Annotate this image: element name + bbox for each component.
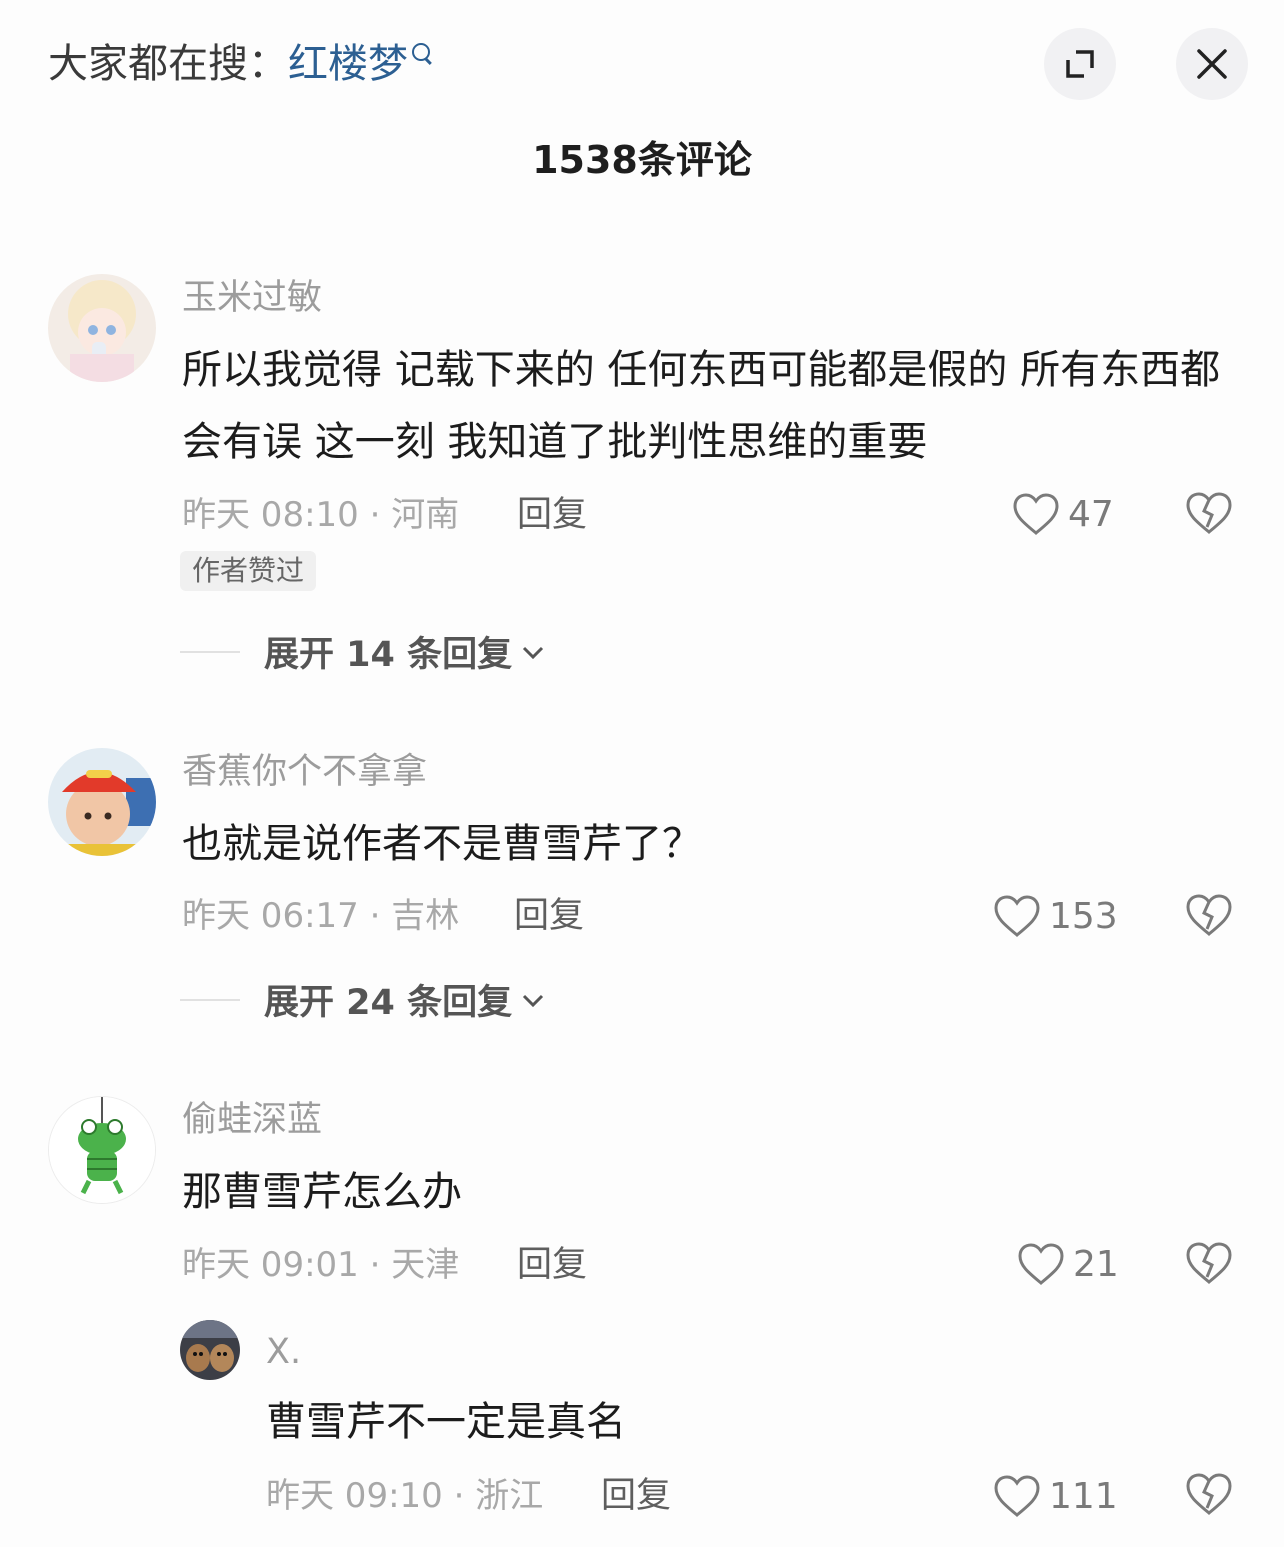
divider [180, 998, 240, 1001]
heart-icon [1018, 1243, 1064, 1285]
avatar[interactable] [48, 274, 156, 382]
like-count: 153 [1049, 895, 1118, 937]
top-bar: 大家都在搜：红楼梦 [0, 0, 1284, 130]
divider [180, 650, 240, 653]
expand-icon [1066, 50, 1094, 78]
comment-username[interactable]: 偷蛙深蓝 [182, 1096, 322, 1144]
comment-text: 那曹雪芹怎么办 [182, 1169, 462, 1215]
reply-button[interactable]: 回复 [601, 1473, 671, 1519]
like-count: 47 [1068, 493, 1114, 535]
search-icon [412, 43, 430, 61]
heart-icon [994, 1475, 1040, 1517]
expand-replies-button[interactable]: 展开 14 条回复 [180, 626, 546, 677]
reply-button[interactable]: 回复 [517, 492, 587, 538]
comment-username[interactable]: 玉米过敏 [182, 274, 322, 322]
reply-avatar[interactable] [180, 1320, 240, 1380]
reply-button[interactable]: 回复 [514, 893, 584, 939]
like-button[interactable]: 47 [1012, 488, 1114, 540]
close-button[interactable] [1176, 28, 1248, 100]
like-count: 21 [1073, 1243, 1119, 1285]
comment-meta: 昨天 06:17 · 吉林 [182, 896, 460, 936]
broken-heart-icon[interactable] [1185, 491, 1233, 535]
trending-search-prefix: 大家都在搜： [48, 41, 288, 87]
expand-replies-label: 展开 24 条回复 [264, 983, 513, 1023]
like-count: 111 [1049, 1475, 1118, 1517]
trending-search-hint[interactable]: 大家都在搜：红楼梦 [48, 36, 430, 92]
broken-heart-icon[interactable] [1185, 1472, 1233, 1516]
reply-meta: 昨天 09:10 · 浙江 [266, 1476, 544, 1516]
like-button[interactable]: 21 [1017, 1238, 1119, 1290]
broken-heart-icon[interactable] [1185, 1241, 1233, 1285]
heart-icon [1013, 493, 1059, 535]
chevron-down-icon [523, 994, 544, 1007]
reply-text: 曹雪芹不一定是真名 [266, 1399, 626, 1445]
like-button[interactable]: 153 [993, 890, 1118, 942]
comment-text: 也就是说作者不是曹雪芹了？ [182, 821, 702, 867]
close-icon [1197, 49, 1227, 79]
like-button[interactable]: 111 [993, 1470, 1118, 1522]
chevron-down-icon [523, 646, 544, 659]
avatar[interactable] [48, 748, 156, 856]
trending-search-keyword[interactable]: 红楼梦 [288, 41, 408, 87]
expand-replies-button[interactable]: 展开 24 条回复 [180, 974, 546, 1025]
heart-icon [994, 895, 1040, 937]
comment-username[interactable]: 香蕉你个不拿拿 [182, 748, 427, 796]
reply-username[interactable]: X. [266, 1328, 301, 1376]
expand-button[interactable] [1044, 28, 1116, 100]
author-liked-badge: 作者赞过 [180, 551, 317, 591]
comment-meta: 昨天 09:01 · 天津 [182, 1245, 460, 1285]
expand-replies-label: 展开 14 条回复 [264, 635, 513, 675]
comment-meta: 昨天 08:10 · 河南 [182, 495, 460, 535]
comment-count-title: 1538条评论 [532, 138, 752, 182]
avatar[interactable] [48, 1096, 156, 1204]
comment-text: 所以我觉得 记载下来的 任何东西可能都是假的 所有东西都会有误 这一刻 我知道了… [182, 347, 1221, 465]
broken-heart-icon[interactable] [1185, 893, 1233, 937]
reply-button[interactable]: 回复 [517, 1242, 587, 1288]
